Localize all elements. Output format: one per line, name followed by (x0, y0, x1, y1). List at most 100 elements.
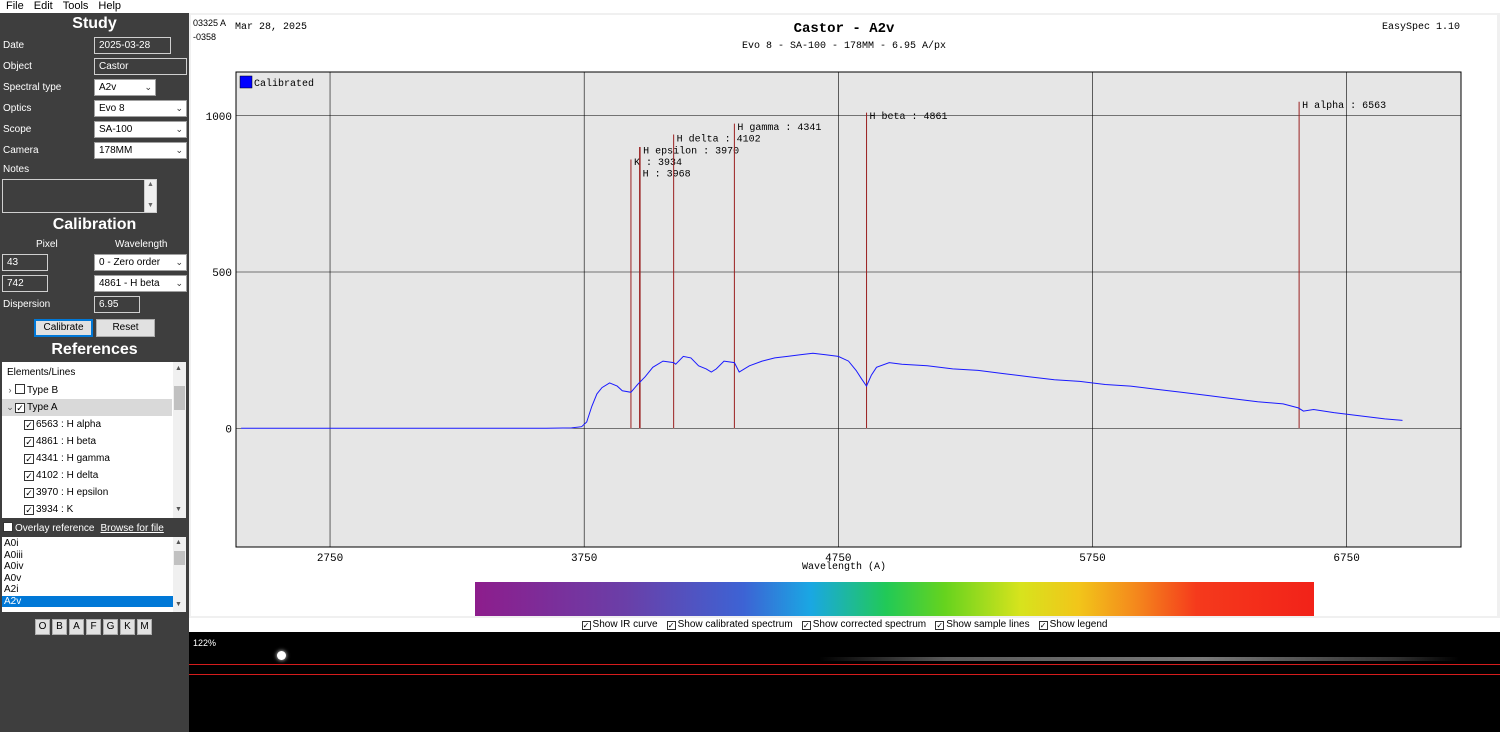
checkbox[interactable]: ✓ (935, 621, 945, 630)
notes-scrollbar[interactable]: ▲ ▼ (144, 180, 156, 212)
camera-select[interactable]: 178MM ⌄ (94, 142, 187, 159)
scroll-thumb[interactable] (174, 386, 185, 410)
spectral-type-value: A2v (99, 82, 117, 93)
spectral-type-list[interactable]: A0i A0iii A0iv A0v A2i A2v ▲ ▼ (2, 537, 186, 612)
reference-line-label: H alpha : 6563 (1302, 100, 1386, 112)
show-sample-lines-option[interactable]: ✓ Show sample lines (935, 618, 1030, 632)
tree-item-line[interactable]: ✓ 4102 : H delta (2, 467, 172, 484)
menu-help[interactable]: Help (93, 0, 126, 13)
tree-item-line[interactable]: ✓ 3934 : K (2, 501, 172, 518)
checkbox[interactable]: ✓ (24, 471, 34, 481)
tree-item-label: 3934 : K (36, 504, 74, 515)
tree-item-line[interactable]: ✓ 4861 : H beta (2, 433, 172, 450)
list-item[interactable]: A0i (2, 538, 173, 550)
menu-tools[interactable]: Tools (58, 0, 94, 13)
chevron-down-icon: ⌄ (144, 82, 152, 92)
checkbox[interactable] (15, 384, 25, 394)
reset-button[interactable]: Reset (96, 319, 155, 337)
chevron-down-icon[interactable]: ⌄ (5, 399, 15, 416)
display-options: ✓ Show IR curve ✓ Show calibrated spectrum… (189, 618, 1500, 632)
tree-item-line[interactable]: ✓ 6563 : H alpha (2, 416, 172, 433)
show-calibrated-spectrum-option[interactable]: ✓ Show calibrated spectrum (666, 618, 793, 632)
browse-link[interactable]: Browse for file (100, 523, 163, 534)
scroll-up-icon[interactable]: ▲ (175, 365, 182, 372)
checkbox[interactable]: ✓ (24, 505, 34, 515)
menu-bar: File Edit Tools Help (0, 0, 1500, 13)
scroll-down-icon[interactable]: ▼ (175, 506, 182, 513)
checkbox[interactable]: ✓ (1038, 621, 1048, 630)
class-button-f[interactable]: F (86, 619, 101, 635)
x-axis-label: Wavelength (A) (802, 561, 886, 573)
checkbox[interactable]: ✓ (666, 621, 676, 630)
study-title: Study (72, 15, 117, 32)
scroll-down-icon[interactable]: ▼ (147, 202, 154, 209)
scroll-down-icon[interactable]: ▼ (175, 601, 182, 608)
checkbox[interactable]: ✓ (24, 454, 34, 464)
crop-line-bottom[interactable] (189, 674, 1500, 675)
checkbox[interactable]: ✓ (15, 403, 25, 413)
show-ir-curve-option[interactable]: ✓ Show IR curve (581, 618, 658, 632)
list-scrollbar[interactable]: ▲ ▼ (173, 537, 186, 612)
legend-entry: Calibrated (254, 78, 314, 90)
reference-line-label: H beta : 4861 (870, 111, 948, 123)
wavelength2-select[interactable]: 4861 - H beta ⌄ (94, 275, 187, 292)
class-button-g[interactable]: G (103, 619, 118, 635)
scope-select[interactable]: SA-100 ⌄ (94, 121, 187, 138)
menu-edit[interactable]: Edit (29, 0, 58, 13)
x-tick-label: 3750 (571, 553, 597, 565)
class-button-k[interactable]: K (120, 619, 135, 635)
overlay-label[interactable]: Overlay reference (15, 523, 94, 534)
pixel2-field[interactable]: 742 (2, 275, 48, 292)
checkbox[interactable]: ✓ (24, 437, 34, 447)
tree-item-type-b[interactable]: › Type B (2, 382, 172, 399)
tree-item-line[interactable]: ✓ 3970 : H epsilon (2, 484, 172, 501)
show-corrected-spectrum-option[interactable]: ✓ Show corrected spectrum (801, 618, 926, 632)
list-item[interactable]: A0iv (2, 561, 173, 573)
reference-line-label: H : 3968 (643, 169, 691, 180)
wavelength1-select[interactable]: 0 - Zero order ⌄ (94, 254, 187, 271)
x-tick-label: 2750 (317, 553, 343, 565)
overlay-checkbox[interactable] (3, 522, 13, 532)
list-item-selected[interactable]: A2v (2, 595, 173, 607)
scope-value: SA-100 (99, 124, 133, 135)
tree-item-label: 4341 : H gamma (36, 453, 110, 464)
class-button-o[interactable]: O (35, 619, 50, 635)
chevron-right-icon[interactable]: › (5, 382, 15, 399)
chart-subtitle: Evo 8 - SA-100 - 178MM - 6.95 A/px (742, 40, 946, 52)
class-button-a[interactable]: A (69, 619, 84, 635)
checkbox[interactable]: ✓ (801, 621, 811, 630)
scroll-up-icon[interactable]: ▲ (175, 539, 182, 546)
optics-select[interactable]: Evo 8 ⌄ (94, 100, 187, 117)
checkbox[interactable]: ✓ (24, 420, 34, 430)
option-label: Show IR curve (592, 619, 658, 630)
scroll-thumb[interactable] (174, 551, 185, 565)
list-item[interactable]: A0iii (2, 550, 173, 562)
tree-scrollbar[interactable]: ▲ ▼ (173, 362, 186, 518)
list-item[interactable]: A0v (2, 573, 173, 585)
checkbox[interactable]: ✓ (581, 621, 591, 630)
calibrate-button[interactable]: Calibrate (34, 319, 93, 337)
object-label: Object (3, 61, 32, 72)
notes-textarea[interactable]: ▲ ▼ (2, 179, 157, 213)
pixel1-field[interactable]: 43 (2, 254, 48, 271)
date-field[interactable]: 2025-03-28 (94, 37, 171, 54)
object-field[interactable]: Castor (94, 58, 187, 75)
crop-line-top[interactable] (189, 664, 1500, 665)
list-item[interactable]: A2i (2, 584, 173, 596)
tree-item-type-a[interactable]: ⌄ ✓ Type A (2, 399, 172, 416)
raw-image-view[interactable]: 122% (189, 632, 1500, 732)
class-button-m[interactable]: M (137, 619, 152, 635)
y-tick-label: 500 (212, 268, 232, 280)
tree-item-line[interactable]: ✓ 4341 : H gamma (2, 450, 172, 467)
calibration-title: Calibration (52, 216, 137, 233)
scroll-up-icon[interactable]: ▲ (147, 181, 154, 188)
show-legend-option[interactable]: ✓ Show legend (1038, 618, 1107, 632)
menu-file[interactable]: File (0, 0, 29, 13)
spectral-type-select[interactable]: A2v ⌄ (94, 79, 156, 96)
legend-swatch (239, 75, 253, 89)
class-button-b[interactable]: B (52, 619, 67, 635)
corner-readout-1: 03325 A (193, 18, 226, 28)
dispersion-field[interactable]: 6.95 (94, 296, 140, 313)
checkbox[interactable]: ✓ (24, 488, 34, 498)
references-tree[interactable]: Elements/Lines › Type B ⌄ ✓ Type A ✓ 6563 : … (2, 362, 186, 518)
